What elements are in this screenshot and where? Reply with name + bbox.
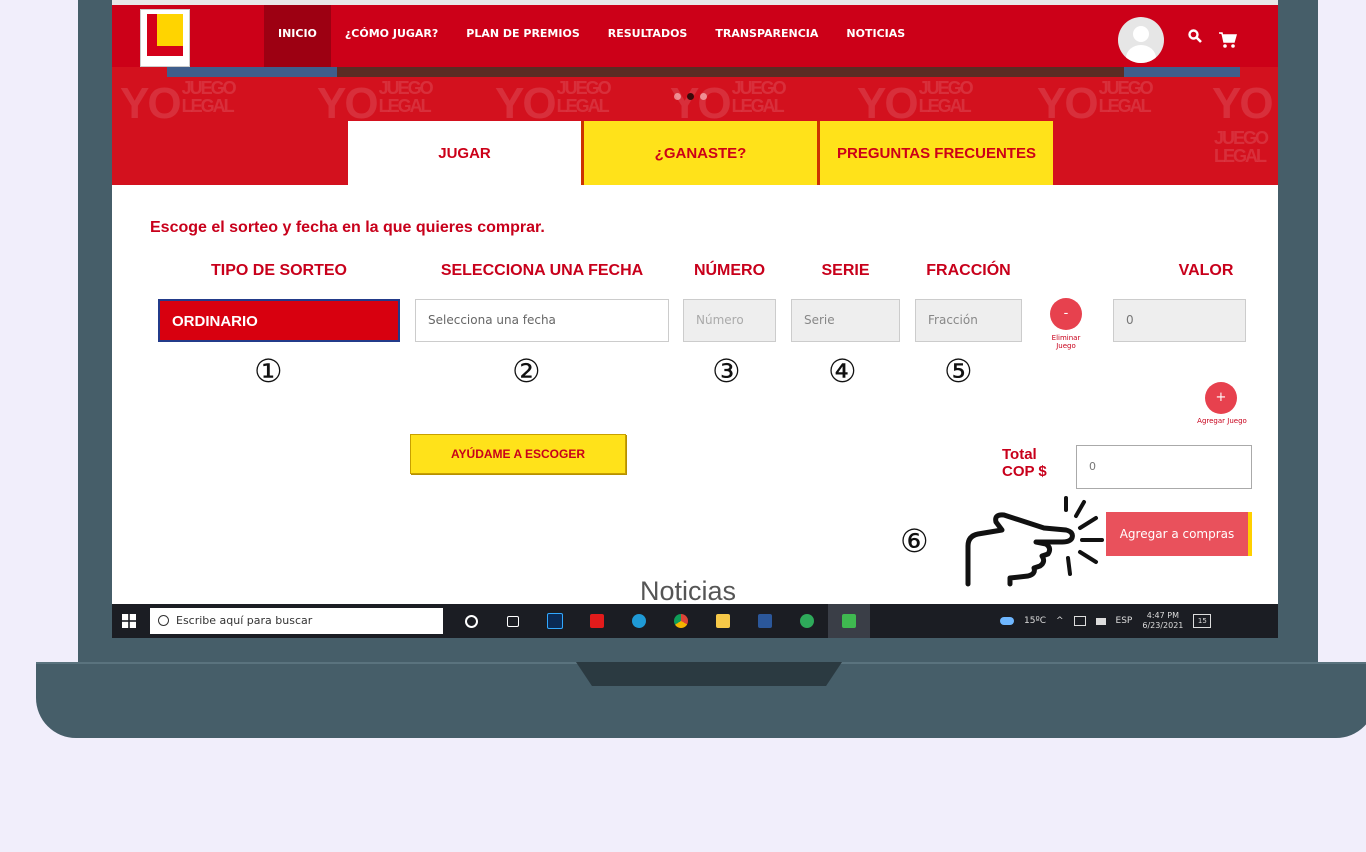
acrobat-icon[interactable] — [576, 604, 618, 638]
notifications-icon[interactable]: 15 — [1193, 614, 1212, 628]
edge-icon[interactable] — [618, 604, 660, 638]
chevron-up-icon[interactable]: ^ — [1056, 616, 1064, 626]
avatar-head — [1133, 26, 1149, 42]
word-icon[interactable] — [744, 604, 786, 638]
draw-type-select[interactable]: ORDINARIO — [158, 299, 400, 342]
task-view-icon[interactable] — [492, 604, 534, 638]
watermark-logo: YOJUEGOLEGAL — [120, 78, 237, 128]
laptop-notch — [576, 662, 842, 686]
logo-l-mark — [147, 14, 183, 56]
chat-app-icon[interactable] — [786, 604, 828, 638]
temperature-text: 15ºC — [1024, 616, 1046, 626]
add-game-button[interactable]: + — [1205, 382, 1237, 414]
remove-game-button[interactable]: - — [1050, 298, 1082, 330]
header-valor: VALOR — [1178, 262, 1234, 279]
tab-ganaste[interactable]: ¿GANASTE? — [581, 121, 817, 185]
file-explorer-icon[interactable] — [702, 604, 744, 638]
value-field: 0 — [1113, 299, 1246, 342]
pointing-hand-icon — [965, 496, 1104, 587]
add-game-label: Agregar Juego — [1197, 417, 1247, 425]
header-tipo-de-sorteo: TIPO DE SORTEO — [210, 262, 347, 279]
step-marker-3: ③ — [712, 352, 741, 390]
total-label: Total COP $ — [1002, 446, 1047, 480]
nav-item-plan-de-premios[interactable]: PLAN DE PREMIOS — [452, 5, 593, 72]
step-marker-4: ④ — [828, 352, 857, 390]
user-avatar[interactable] — [1118, 17, 1164, 63]
carousel-dots — [674, 93, 707, 100]
nav-item-resultados[interactable]: RESULTADOS — [594, 5, 702, 72]
system-tray: 15ºC ^ ESP 4:47 PM 6/23/2021 15 — [1000, 604, 1212, 638]
nav-item-noticias[interactable]: NOTICIAS — [832, 5, 919, 72]
header-selecciona-fecha: SELECCIONA UNA FECHA — [440, 262, 644, 279]
language-text[interactable]: ESP — [1116, 616, 1133, 626]
windows-start-icon[interactable] — [122, 614, 136, 628]
add-to-cart-button[interactable]: Agregar a compras — [1106, 512, 1252, 556]
chrome-icon[interactable] — [660, 604, 702, 638]
step-marker-2: ② — [512, 352, 541, 390]
carousel-dot-active[interactable] — [687, 93, 694, 100]
series-field[interactable]: Serie — [791, 299, 900, 342]
main-nav: INICIO ¿CÓMO JUGAR? PLAN DE PREMIOS RESU… — [264, 5, 919, 72]
nav-item-transparencia[interactable]: TRANSPARENCIA — [701, 5, 832, 72]
news-heading: Noticias — [640, 576, 737, 606]
header-numero: NÚMERO — [693, 262, 766, 279]
fraction-field[interactable]: Fracción — [915, 299, 1022, 342]
search-icon[interactable] — [1188, 29, 1202, 43]
taskbar-search-placeholder: Escribe aquí para buscar — [176, 614, 313, 627]
taskbar-search-icon — [158, 615, 169, 626]
network-icon[interactable] — [1073, 616, 1086, 626]
tab-preguntas-frecuentes[interactable]: PREGUNTAS FRECUENTES — [817, 121, 1053, 185]
site-header: INICIO ¿CÓMO JUGAR? PLAN DE PREMIOS RESU… — [112, 0, 1278, 72]
watermark-logo: YOJUEGOLEGAL — [1212, 79, 1274, 166]
windows-taskbar: Escribe aquí para buscar 15ºC ^ ESP 4:47… — [112, 604, 1278, 638]
help-me-choose-button[interactable]: AYÚDAME A ESCOGER — [410, 434, 626, 474]
section-tabs: JUGAR ¿GANASTE? PREGUNTAS FRECUENTES — [348, 121, 1053, 185]
taskbar-clock[interactable]: 4:47 PM 6/23/2021 — [1142, 611, 1183, 631]
nav-item-inicio[interactable]: INICIO — [264, 5, 331, 72]
active-app-icon[interactable] — [828, 604, 870, 638]
number-field[interactable]: Número — [683, 299, 776, 342]
carousel-image-edge-right — [1124, 67, 1240, 77]
avatar-body — [1126, 45, 1156, 63]
clock-time: 4:47 PM — [1146, 611, 1179, 620]
volume-icon[interactable] — [1095, 617, 1106, 625]
carousel-image-edge-left — [167, 67, 337, 77]
carousel-dot[interactable] — [700, 93, 707, 100]
step-marker-5: ⑤ — [944, 352, 973, 390]
tab-jugar[interactable]: JUGAR — [348, 121, 581, 185]
watermark-logo: YOJUEGOLEGAL — [1037, 78, 1154, 128]
carousel-dot[interactable] — [674, 93, 681, 100]
weather-icon[interactable] — [1000, 617, 1014, 625]
clock-date: 6/23/2021 — [1142, 621, 1184, 630]
remove-game-label: Eliminar Juego — [1051, 334, 1081, 350]
cortana-icon[interactable] — [450, 604, 492, 638]
cart-icon[interactable] — [1218, 31, 1238, 49]
form-title: Escoge el sorteo y fecha en la que quier… — [150, 219, 545, 236]
site-logo[interactable] — [140, 9, 190, 67]
browser-screen: INICIO ¿CÓMO JUGAR? PLAN DE PREMIOS RESU… — [112, 0, 1278, 638]
header-serie: SERIE — [821, 262, 870, 279]
taskbar-apps — [450, 604, 870, 638]
step-marker-6: ⑥ — [900, 522, 929, 560]
total-field: 0 — [1076, 445, 1252, 489]
step-marker-1: ① — [254, 352, 283, 390]
photoshop-icon[interactable] — [534, 604, 576, 638]
date-field[interactable]: Selecciona una fecha — [415, 299, 669, 342]
nav-item-como-jugar[interactable]: ¿CÓMO JUGAR? — [331, 5, 452, 72]
taskbar-search-input[interactable]: Escribe aquí para buscar — [150, 608, 443, 634]
header-fraccion: FRACCIÓN — [926, 262, 1011, 279]
